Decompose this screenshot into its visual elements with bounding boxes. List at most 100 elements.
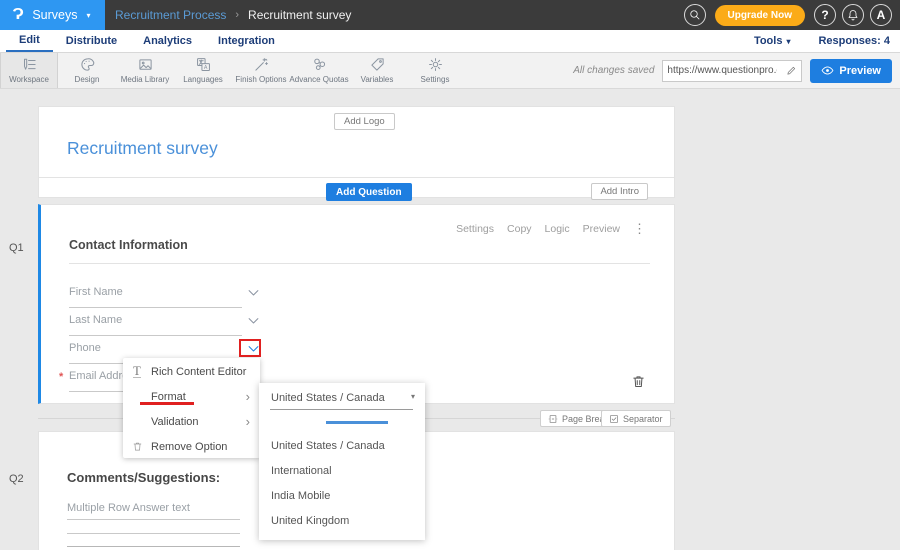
- magic-wand-icon: [254, 57, 269, 72]
- field-label-first-name[interactable]: First Name: [69, 286, 123, 298]
- tab-analytics[interactable]: Analytics: [130, 30, 205, 52]
- bell-icon: [847, 9, 859, 21]
- add-question-button[interactable]: Add Question: [326, 183, 412, 201]
- search-icon: [689, 9, 701, 21]
- survey-header-card: Add Logo Recruitment survey Add Question…: [38, 106, 675, 198]
- field-label-phone[interactable]: Phone: [69, 342, 101, 354]
- translate-icon: A: [196, 57, 211, 72]
- menu-item-remove-option[interactable]: Remove Option: [123, 434, 260, 459]
- workspace-icon: [22, 57, 37, 72]
- edit-toolbar: Workspace Design Media Library A Languag…: [0, 53, 900, 89]
- avatar-initial: A: [877, 8, 886, 22]
- search-button[interactable]: [684, 4, 706, 26]
- more-options-icon[interactable]: ⋮: [633, 221, 646, 237]
- gear-icon: [428, 57, 443, 72]
- toolbar-item-media-library[interactable]: Media Library: [116, 53, 174, 88]
- toolbar-item-finish-options[interactable]: Finish Options: [232, 53, 290, 88]
- format-option-international[interactable]: International: [259, 458, 425, 483]
- image-icon: [138, 57, 153, 72]
- tab-integration[interactable]: Integration: [205, 30, 288, 52]
- header-divider: [39, 177, 674, 178]
- top-navbar: Ɂ Surveys ▾ Recruitment Process › Recrui…: [0, 0, 900, 30]
- question-actions: Settings Copy Logic Preview ⋮: [456, 221, 646, 237]
- toolbar-item-languages[interactable]: A Languages: [174, 53, 232, 88]
- quota-links-icon: [312, 57, 327, 72]
- section-tabs: Edit Distribute Analytics Integration: [0, 30, 288, 52]
- annotation-underline: [140, 402, 194, 405]
- toolbar-item-advance-quotas[interactable]: Advance Quotas: [290, 53, 348, 88]
- app-logo[interactable]: Ɂ Surveys ▾: [0, 0, 105, 30]
- select-caret-icon: ▾: [411, 392, 415, 401]
- section-nav-right: Tools▾ Responses: 4: [754, 30, 900, 52]
- account-avatar[interactable]: A: [870, 4, 892, 26]
- submenu-arrow-icon: ›: [246, 389, 260, 404]
- questionpro-logo-icon: Ɂ: [12, 6, 23, 24]
- rich-text-icon: T: [133, 365, 141, 378]
- upgrade-now-button[interactable]: Upgrade Now: [715, 5, 805, 26]
- toolbar-right: All changes saved Preview: [573, 53, 900, 88]
- chevron-down-icon[interactable]: [246, 285, 261, 300]
- format-option-united-kingdom[interactable]: United Kingdom: [259, 508, 425, 533]
- format-options-list: United States / Canada International Ind…: [259, 433, 425, 533]
- checkbox-icon: [609, 414, 619, 424]
- answer-line: [67, 546, 240, 547]
- question-1-index: Q1: [9, 242, 24, 254]
- answer-line: [67, 533, 240, 534]
- delete-question-icon[interactable]: [631, 374, 646, 389]
- question-2-index: Q2: [9, 473, 24, 485]
- question-mark-icon: ?: [821, 8, 828, 22]
- submenu-scrollbar[interactable]: [326, 421, 388, 424]
- trash-icon: [132, 441, 143, 452]
- toolbar-item-variables[interactable]: Variables: [348, 53, 406, 88]
- question-copy-link[interactable]: Copy: [507, 223, 532, 235]
- save-status: All changes saved: [573, 65, 654, 76]
- question-settings-link[interactable]: Settings: [456, 223, 494, 235]
- responses-count[interactable]: Responses: 4: [818, 35, 890, 47]
- breadcrumb-separator-icon: ›: [235, 9, 239, 21]
- tab-edit[interactable]: Edit: [6, 30, 53, 52]
- caret-down-icon: ▾: [86, 11, 90, 20]
- separator-button[interactable]: Separator: [601, 410, 671, 427]
- format-submenu: United States / Canada ▾ United States /…: [259, 383, 425, 540]
- select-underline: [270, 409, 413, 410]
- help-button[interactable]: ?: [814, 4, 836, 26]
- menu-item-rich-content-editor[interactable]: T Rich Content Editor: [123, 359, 260, 384]
- chevron-down-icon[interactable]: [246, 313, 261, 328]
- notifications-button[interactable]: [842, 4, 864, 26]
- breadcrumb-folder[interactable]: Recruitment Process: [115, 8, 226, 22]
- tools-menu[interactable]: Tools▾: [754, 35, 791, 47]
- field-underline: [69, 335, 242, 336]
- menu-item-validation[interactable]: Validation ›: [123, 409, 260, 434]
- field-label-last-name[interactable]: Last Name: [69, 314, 122, 326]
- survey-url-input[interactable]: [663, 65, 781, 76]
- required-asterisk: *: [59, 371, 63, 383]
- toolbar-item-design[interactable]: Design: [58, 53, 116, 88]
- add-logo-button[interactable]: Add Logo: [334, 113, 395, 130]
- format-option-india-mobile[interactable]: India Mobile: [259, 483, 425, 508]
- format-select-value[interactable]: United States / Canada: [271, 392, 385, 404]
- survey-title[interactable]: Recruitment survey: [67, 138, 218, 159]
- eye-icon: [821, 64, 834, 77]
- format-option-us-canada[interactable]: United States / Canada: [259, 433, 425, 458]
- preview-button[interactable]: Preview: [810, 59, 892, 83]
- caret-down-icon: ▾: [786, 37, 790, 46]
- svg-text:A: A: [203, 65, 207, 71]
- toolbar-item-settings[interactable]: Settings: [406, 53, 464, 88]
- topbar-actions: Upgrade Now ? A: [684, 4, 900, 26]
- multirow-answer-placeholder[interactable]: Multiple Row Answer text: [67, 502, 190, 514]
- toolbar-item-workspace[interactable]: Workspace: [0, 53, 58, 88]
- survey-url-box: [662, 60, 802, 82]
- question-1-title[interactable]: Contact Information: [69, 238, 188, 252]
- breadcrumb: Recruitment Process › Recruitment survey: [115, 8, 351, 22]
- question-title-underline: [69, 263, 650, 264]
- add-intro-button[interactable]: Add Intro: [591, 183, 648, 200]
- menu-item-format[interactable]: Format ›: [123, 384, 260, 409]
- page-break-icon: [548, 414, 558, 424]
- question-logic-link[interactable]: Logic: [545, 223, 570, 235]
- question-2-title[interactable]: Comments/Suggestions:: [67, 470, 220, 485]
- edit-url-button[interactable]: [781, 65, 801, 76]
- question-preview-link[interactable]: Preview: [583, 223, 620, 235]
- tag-icon: [370, 57, 385, 72]
- tab-distribute[interactable]: Distribute: [53, 30, 130, 52]
- field-underline: [69, 307, 242, 308]
